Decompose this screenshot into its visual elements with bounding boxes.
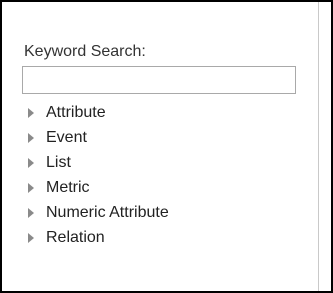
tree-item-list[interactable]: List: [26, 150, 169, 175]
tree-item-numeric-attribute[interactable]: Numeric Attribute: [26, 200, 169, 225]
triangle-right-icon[interactable]: [28, 207, 34, 218]
tree-item-label: Numeric Attribute: [46, 203, 169, 221]
tree-item-event[interactable]: Event: [26, 125, 169, 150]
keyword-search-input[interactable]: [22, 66, 296, 94]
tree-item-attribute[interactable]: Attribute: [26, 100, 169, 125]
tree-item-label: Relation: [46, 228, 105, 246]
tree-item-label: Attribute: [46, 103, 106, 121]
tree-item-relation[interactable]: Relation: [26, 225, 169, 250]
category-tree: Attribute Event List Metric Numeric Attr…: [26, 100, 169, 250]
keyword-search-panel: Keyword Search: Attribute Event List Met…: [0, 0, 333, 293]
triangle-right-icon[interactable]: [28, 107, 34, 118]
triangle-right-icon[interactable]: [28, 132, 34, 143]
tree-item-label: List: [46, 153, 71, 171]
triangle-right-icon[interactable]: [28, 232, 34, 243]
tree-item-label: Metric: [46, 178, 90, 196]
triangle-right-icon[interactable]: [28, 157, 34, 168]
triangle-right-icon[interactable]: [28, 182, 34, 193]
tree-item-label: Event: [46, 128, 87, 146]
tree-item-metric[interactable]: Metric: [26, 175, 169, 200]
keyword-search-label: Keyword Search:: [24, 43, 146, 60]
panel-divider: [318, 2, 331, 291]
